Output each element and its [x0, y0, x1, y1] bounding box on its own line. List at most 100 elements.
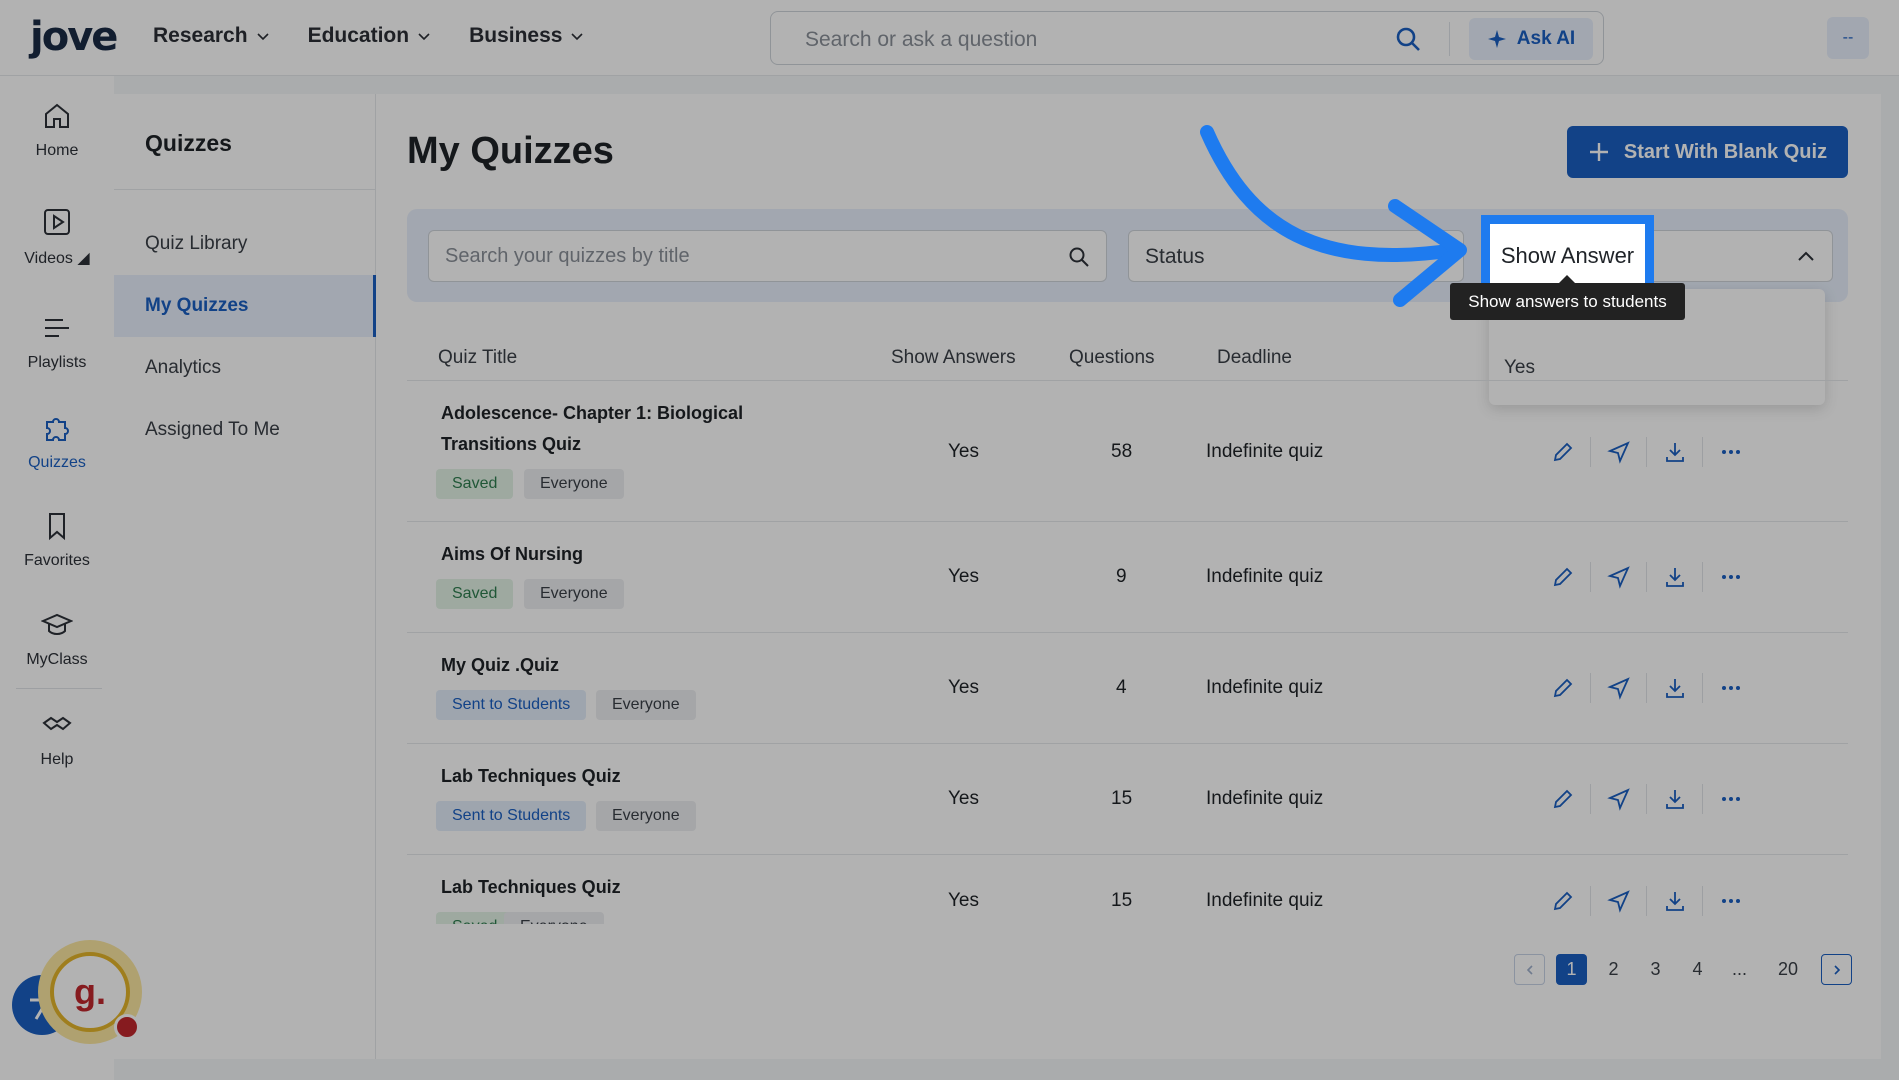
page-ellipsis: ...: [1731, 959, 1747, 979]
quiz-search-input[interactable]: Search your quizzes by title: [428, 230, 1107, 282]
page-3[interactable]: 3: [1640, 954, 1671, 985]
search-icon[interactable]: [1393, 24, 1423, 54]
edit-button[interactable]: [1535, 886, 1591, 916]
rail-item-label: Help: [40, 751, 74, 768]
sidebar-item-quiz-library[interactable]: Quiz Library: [114, 213, 376, 275]
more-button[interactable]: [1703, 673, 1759, 703]
video-play-icon: [44, 209, 70, 235]
start-blank-quiz-button[interactable]: Start With Blank Quiz: [1567, 126, 1848, 178]
playlist-icon: [45, 319, 69, 337]
table-row[interactable]: Adolescence- Chapter 1: Biological Trans…: [407, 382, 1848, 522]
edit-button[interactable]: [1535, 437, 1591, 467]
more-button[interactable]: [1703, 437, 1759, 467]
download-button[interactable]: [1647, 784, 1703, 814]
nav-education[interactable]: Education: [308, 24, 432, 48]
icon-rail: Home Videos ◢ Playlists Quizzes Favorite…: [0, 76, 114, 1080]
table-row[interactable]: My Quiz .Quiz Sent to Students Everyone …: [407, 634, 1848, 744]
pointer-arrow-icon: [1200, 125, 1467, 307]
ask-ai-button[interactable]: Ask AI: [1469, 18, 1593, 60]
rail-item-help[interactable]: Help: [0, 709, 114, 769]
rail-item-myclass[interactable]: MyClass: [0, 609, 114, 669]
page-2[interactable]: 2: [1598, 954, 1629, 985]
status-badge: Saved: [436, 912, 514, 924]
column-deadline: Deadline: [1217, 347, 1292, 368]
chevron-down-icon: [418, 33, 430, 41]
page-4[interactable]: 4: [1682, 954, 1713, 985]
edit-button[interactable]: [1535, 784, 1591, 814]
download-button[interactable]: [1647, 562, 1703, 592]
rail-item-label: Favorites: [24, 552, 90, 569]
send-button[interactable]: [1591, 562, 1647, 592]
rail-item-playlists[interactable]: Playlists: [0, 312, 114, 372]
sidebar-item-my-quizzes[interactable]: My Quizzes: [114, 275, 376, 337]
quiz-title[interactable]: Lab Techniques Quiz: [441, 872, 841, 903]
next-page-button[interactable]: [1821, 954, 1852, 985]
rail-divider: [16, 688, 102, 689]
send-button[interactable]: [1591, 784, 1647, 814]
jove-logo[interactable]: jove: [30, 14, 118, 60]
send-button[interactable]: [1591, 437, 1647, 467]
more-button[interactable]: [1703, 562, 1759, 592]
table-row[interactable]: Lab Techniques Quiz Sent to Students Eve…: [407, 745, 1848, 855]
download-button[interactable]: [1647, 437, 1703, 467]
page-20[interactable]: 20: [1766, 954, 1810, 985]
more-button[interactable]: [1703, 784, 1759, 814]
deadline-value: Indefinite quiz: [1206, 890, 1324, 911]
send-icon: [1606, 788, 1630, 811]
sidebar-item-analytics[interactable]: Analytics: [114, 337, 376, 399]
rail-item-home[interactable]: Home: [0, 100, 114, 160]
home-icon: [45, 103, 69, 128]
download-icon: [1665, 568, 1684, 587]
sidebar-title: Quizzes: [145, 130, 232, 156]
download-button[interactable]: [1647, 673, 1703, 703]
quiz-title[interactable]: Lab Techniques Quiz: [441, 761, 841, 792]
rail-item-videos[interactable]: Videos ◢: [0, 206, 114, 268]
rail-item-favorites[interactable]: Favorites: [0, 510, 114, 570]
g-label: g.: [74, 971, 106, 1012]
deadline-value: Indefinite quiz: [1206, 441, 1324, 462]
more-button[interactable]: [1703, 886, 1759, 916]
download-button[interactable]: [1647, 886, 1703, 916]
help-handshake-icon: [42, 716, 72, 731]
rail-item-label: Quizzes: [28, 454, 86, 471]
status-badge: Saved: [436, 579, 514, 609]
questions-value: 9: [1116, 566, 1127, 587]
show-answers-value: Yes: [948, 566, 979, 587]
chevron-down-icon: [256, 33, 269, 41]
table-row[interactable]: Lab Techniques Quiz Saved Everyone Yes 1…: [407, 856, 1848, 924]
rail-item-label: Videos: [24, 250, 73, 267]
show-answers-value: Yes: [948, 677, 979, 698]
chevron-left-icon: [1526, 964, 1533, 975]
quiz-title[interactable]: My Quiz .Quiz: [441, 650, 841, 681]
send-button[interactable]: [1591, 886, 1647, 916]
nav-business[interactable]: Business: [469, 24, 584, 48]
deadline-value: Indefinite quiz: [1206, 566, 1324, 587]
more-dots-icon: [1722, 899, 1740, 903]
row-actions: [1535, 562, 1759, 592]
rail-item-quizzes[interactable]: Quizzes: [0, 412, 114, 472]
nav-research[interactable]: Research: [153, 24, 270, 48]
more-dots-icon: [1722, 450, 1740, 454]
bookmark-icon: [49, 513, 65, 541]
prev-page-button[interactable]: [1514, 954, 1545, 985]
grammarly-widget[interactable]: g.: [38, 940, 142, 1044]
row-actions: [1535, 784, 1759, 814]
global-search-input[interactable]: Search or ask a question: [805, 28, 1037, 52]
quiz-title[interactable]: Aims Of Nursing: [441, 539, 841, 570]
quiz-title[interactable]: Adolescence- Chapter 1: Biological Trans…: [441, 398, 841, 460]
send-icon: [1606, 441, 1630, 464]
profile-button[interactable]: --: [1827, 17, 1869, 59]
page-1[interactable]: 1: [1556, 954, 1587, 985]
table-row[interactable]: Aims Of Nursing Saved Everyone Yes 9 Ind…: [407, 523, 1848, 633]
audience-badge: Everyone: [504, 912, 604, 924]
edit-button[interactable]: [1535, 673, 1591, 703]
edit-button[interactable]: [1535, 562, 1591, 592]
quizzes-sidebar: Quizzes Quiz Library My Quizzes Analytic…: [114, 94, 376, 1059]
start-blank-quiz-label: Start With Blank Quiz: [1623, 140, 1828, 163]
pencil-icon: [1553, 567, 1572, 587]
logo-text: jove: [30, 14, 118, 60]
show-answers-value: Yes: [948, 890, 979, 911]
send-button[interactable]: [1591, 673, 1647, 703]
more-dots-icon: [1722, 575, 1740, 579]
sidebar-item-assigned-to-me[interactable]: Assigned To Me: [114, 399, 376, 461]
